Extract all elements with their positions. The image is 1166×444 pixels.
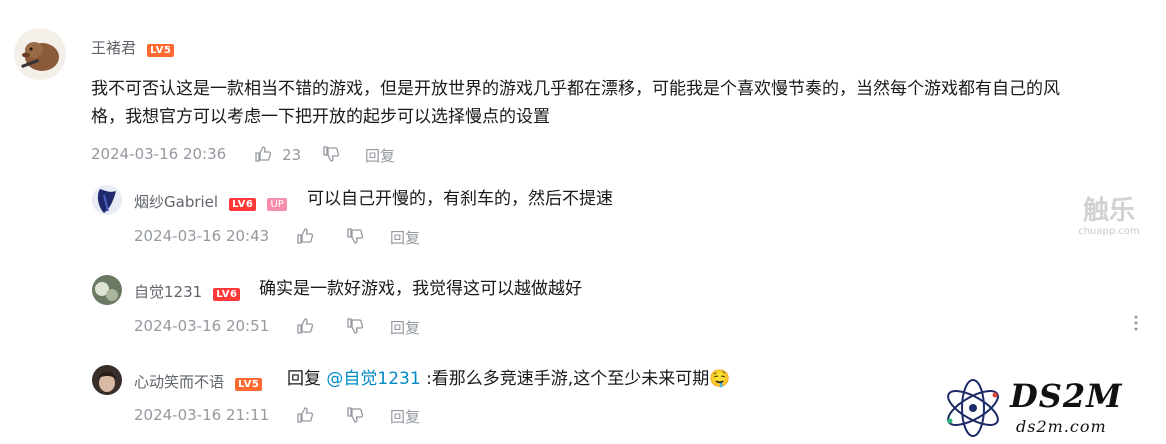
emoji: 🤤 [709, 369, 731, 389]
username[interactable]: 王褚君 [91, 39, 136, 57]
like-count: 23 [282, 146, 302, 164]
comment-text: 我不可否认这是一款相当不错的游戏，但是开放世界的游戏几乎都在漂移，可能我是个喜欢… [91, 79, 1060, 127]
thumbs-down-icon [347, 228, 364, 244]
reply-button[interactable]: 回复 [365, 145, 395, 166]
username[interactable]: 烟纱Gabriel [134, 193, 218, 211]
thumbs-down-icon [347, 318, 364, 334]
thumbs-up-icon [297, 228, 314, 244]
avatar[interactable] [92, 185, 122, 215]
dislike-button[interactable] [322, 145, 340, 167]
mention-link[interactable]: @自觉1231 [326, 369, 420, 389]
avatar[interactable] [92, 365, 122, 395]
ds2m-logo-text: DS2M [1010, 377, 1123, 415]
up-badge: UP [267, 198, 287, 211]
dislike-button[interactable] [346, 317, 364, 339]
reply-header: 自觉1231 LV6 [134, 281, 241, 302]
chuapp-url: chuapp.com [1078, 226, 1140, 237]
reply-text: 可以自己开慢的，有刹车的，然后不提速 [307, 189, 613, 209]
level-badge: LV6 [213, 288, 241, 301]
like-button[interactable] [296, 406, 314, 428]
thumbs-down-icon [323, 146, 340, 162]
chuapp-watermark: 触乐 chuapp.com [1077, 196, 1141, 237]
thumbs-up-icon [255, 146, 272, 162]
level-badge: LV5 [235, 378, 263, 391]
reply-text: 确实是一款好游戏，我觉得这可以越做越好 [259, 279, 582, 299]
reply-button[interactable]: 回复 [390, 227, 420, 248]
ds2m-url: ds2m.com [1016, 417, 1107, 436]
like-button[interactable] [296, 317, 314, 339]
comment-meta: 2024-03-16 20:36 [91, 145, 226, 163]
reply-header: 烟纱Gabriel LV6 UP [134, 191, 287, 212]
like-button[interactable] [296, 227, 314, 249]
reply-prefix: 回复 [287, 369, 321, 389]
level-badge: LV6 [229, 198, 257, 211]
level-badge: LV5 [147, 44, 175, 57]
like-button[interactable]: 23 [254, 145, 301, 165]
reply-button[interactable]: 回复 [390, 406, 420, 427]
timestamp: 2024-03-16 20:51 [134, 317, 270, 335]
reply-body: :看那么多竞速手游,这个至少未来可期 [426, 369, 710, 389]
dislike-button[interactable] [346, 227, 364, 249]
reply-header: 心动笑而不语 LV5 [134, 371, 263, 392]
dislike-button[interactable] [346, 406, 364, 428]
comment-header: 王褚君 LV5 [91, 37, 175, 58]
username[interactable]: 自觉1231 [134, 283, 202, 301]
username[interactable]: 心动笑而不语 [134, 373, 224, 391]
timestamp: 2024-03-16 20:36 [91, 145, 227, 163]
more-menu-button[interactable] [1128, 314, 1144, 332]
atom-logo-icon [947, 379, 999, 437]
thumbs-up-icon [297, 318, 314, 334]
reply-button[interactable]: 回复 [390, 317, 420, 338]
thumbs-down-icon [347, 407, 364, 423]
more-vertical-icon [1134, 315, 1138, 331]
thumbs-up-icon [297, 407, 314, 423]
avatar[interactable] [14, 28, 66, 80]
ds2m-watermark: DS2M ds2m.com [940, 375, 1160, 441]
chuapp-logo-text: 触乐 [1082, 196, 1135, 226]
avatar[interactable] [92, 275, 122, 305]
timestamp: 2024-03-16 20:43 [134, 227, 270, 245]
timestamp: 2024-03-16 21:11 [134, 406, 270, 424]
reply-text: 回复 @自觉1231 :看那么多竞速手游,这个至少未来可期🤤 [287, 365, 730, 393]
